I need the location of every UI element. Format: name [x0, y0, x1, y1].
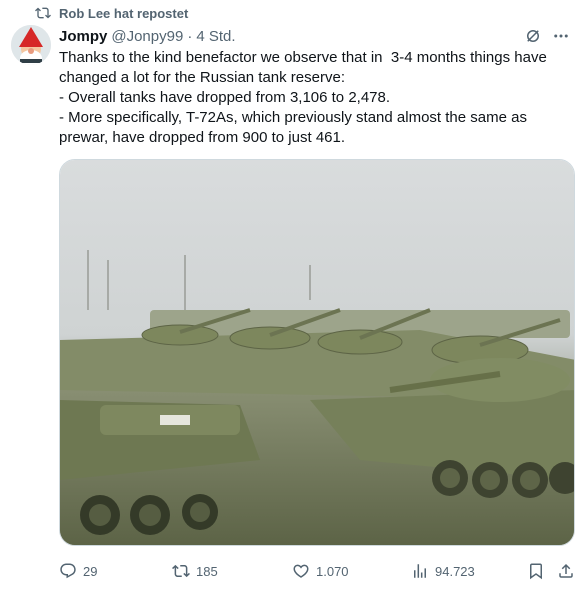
repost-label: Rob Lee hat repostet: [59, 5, 189, 21]
reply-count: 29: [83, 563, 98, 579]
repost-indicator[interactable]: Rob Lee hat repostet: [35, 4, 188, 22]
repost-action-icon: [172, 564, 190, 578]
tweet-text: Thanks to the kind benefactor we observe…: [59, 48, 574, 148]
views-button[interactable]: 94.723: [411, 559, 475, 583]
views-count: 94.723: [435, 563, 475, 579]
share-icon: [559, 563, 573, 578]
reply-icon: [60, 563, 76, 579]
avatar[interactable]: [11, 25, 51, 65]
bookmark-icon: [530, 563, 542, 580]
tweet-header: Jompy @Jonpy99 · 4 Std.: [59, 26, 571, 46]
tweet-image[interactable]: [59, 159, 575, 546]
author-name[interactable]: Jompy: [59, 28, 107, 45]
action-bar: 29 185 1.070 94.723: [59, 559, 575, 583]
more-options-icon[interactable]: [551, 26, 571, 46]
bookmark-button[interactable]: [527, 559, 545, 583]
author-handle[interactable]: @Jonpy99: [111, 28, 183, 45]
like-button[interactable]: 1.070: [292, 559, 349, 583]
separator-dot: ·: [187, 27, 193, 45]
tweet-line-2: - Overall tanks have dropped from 3,106 …: [59, 89, 391, 106]
grok-icon[interactable]: [523, 26, 543, 46]
reply-button[interactable]: 29: [59, 559, 97, 583]
like-count: 1.070: [316, 563, 349, 579]
repost-button[interactable]: 185: [172, 559, 218, 583]
repost-count: 185: [196, 563, 218, 579]
heart-icon: [293, 564, 309, 578]
repost-icon: [35, 7, 51, 19]
analytics-icon: [414, 564, 426, 578]
tweet-line-1: Thanks to the kind benefactor we observe…: [59, 49, 551, 86]
timestamp[interactable]: 4 Std.: [196, 28, 235, 45]
share-button[interactable]: [557, 559, 575, 583]
tweet-line-3: - More specifically, T-72As, which previ…: [59, 109, 532, 146]
